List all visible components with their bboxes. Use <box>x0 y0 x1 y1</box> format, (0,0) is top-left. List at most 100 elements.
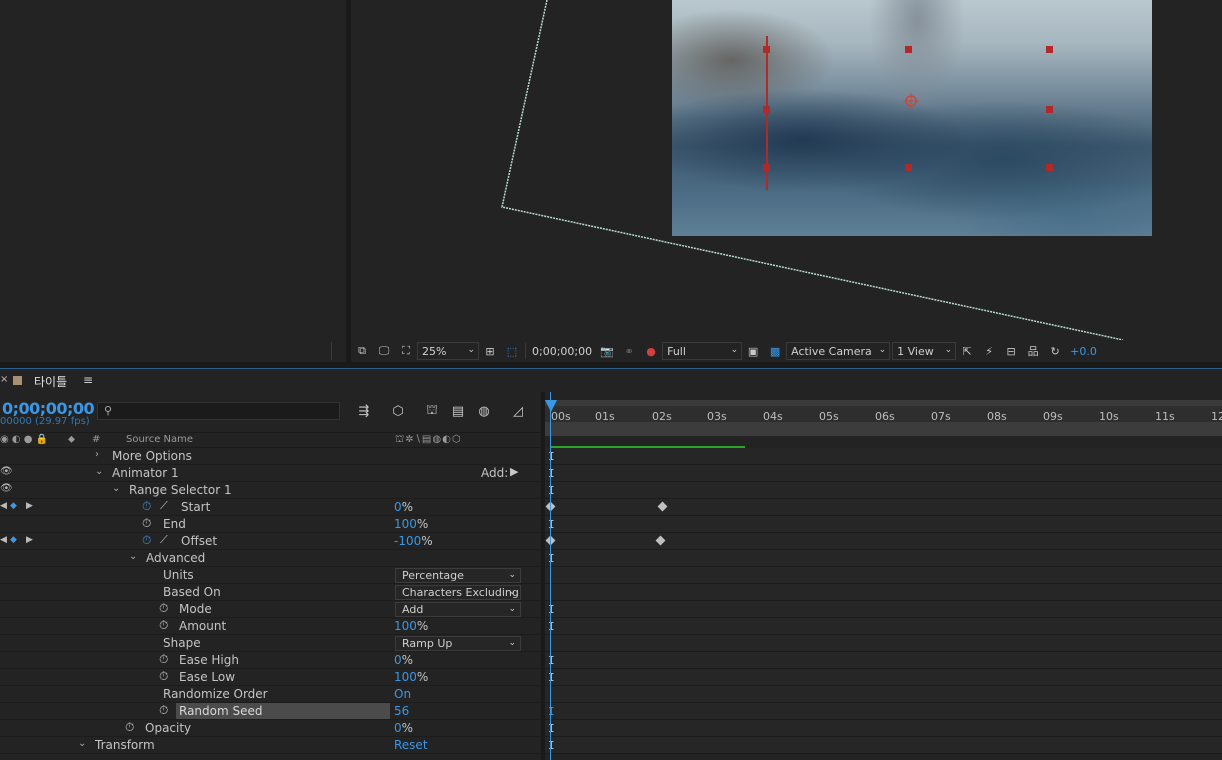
previous-keyframe-icon[interactable]: ◀ <box>0 501 7 511</box>
property-row[interactable]: ⏱ Mode Add ⌄ <box>0 601 541 618</box>
transform-handle[interactable] <box>763 164 770 171</box>
mask-visibility-icon[interactable]: ⛶ <box>395 340 417 362</box>
keyframe-diamond-icon[interactable]: ◆ <box>10 501 17 511</box>
chevron-down-icon[interactable]: ⌄ <box>95 466 103 477</box>
chevron-right-icon[interactable]: › <box>95 449 99 460</box>
property-row[interactable]: ⌄ Transform Reset <box>0 737 541 754</box>
transform-handle[interactable] <box>1046 46 1053 53</box>
work-area-bar[interactable] <box>545 422 1222 436</box>
property-row[interactable]: ⏱ End 100% <box>0 516 541 533</box>
composition-mini-flowchart-icon[interactable]: ⇶ <box>355 402 373 420</box>
property-row[interactable]: ⏱ Random Seed 56 <box>0 703 541 720</box>
stopwatch-icon[interactable]: ⏱ <box>142 516 151 531</box>
transform-handle[interactable] <box>1046 106 1053 113</box>
stopwatch-icon[interactable]: ⏱ <box>142 533 151 548</box>
reset-exposure-icon[interactable]: ↻ <box>1044 340 1066 362</box>
next-keyframe-icon[interactable]: ▶ <box>26 501 33 511</box>
transparency-grid-icon[interactable]: ▩ <box>764 340 786 362</box>
value-number[interactable]: -100 <box>394 534 421 548</box>
property-row[interactable]: ◀ ◆ ▶ ⏱ ⟋ Offset -100% <box>0 533 541 550</box>
title-safe-icon[interactable]: ⊞ <box>479 340 501 362</box>
property-row[interactable]: 👁 ⌄ Animator 1 Add: ▶ <box>0 465 541 482</box>
timeline-graph-area[interactable]: 00s 01s 02s 03s 04s 05s 06s 07s 08s 09s … <box>545 392 1222 760</box>
time-navigator[interactable] <box>545 400 1222 406</box>
region-of-interest-icon[interactable]: ▣ <box>742 340 764 362</box>
timeline-icon[interactable]: ⊟ <box>1000 340 1022 362</box>
reset-link[interactable]: Reset <box>394 738 428 752</box>
eye-icon[interactable]: 👁 <box>0 466 13 477</box>
transform-handle[interactable] <box>763 106 770 113</box>
column-source-name[interactable]: Source Name <box>126 434 193 445</box>
viewer-timecode[interactable]: 0;00;00;00 <box>528 345 596 358</box>
layer-outline-overlay[interactable] <box>351 0 1222 340</box>
exposure-value[interactable]: +0.0 <box>1066 345 1101 358</box>
property-row[interactable]: Randomize Order On <box>0 686 541 703</box>
fast-previews-icon[interactable]: ⚡ <box>978 340 1000 362</box>
keyframe-diamond-icon[interactable]: ◆ <box>10 535 17 545</box>
layer-search-input[interactable]: ⚲ <box>97 402 340 420</box>
resolution-select[interactable]: Full ⌄ <box>662 342 743 360</box>
motion-blur-icon[interactable]: ◍ <box>475 402 493 420</box>
stopwatch-icon[interactable]: ⏱ <box>125 720 134 735</box>
time-ruler[interactable]: 00s 01s 02s 03s 04s 05s 06s 07s 08s 09s … <box>545 400 1222 423</box>
color-channels-icon[interactable]: ● <box>640 340 662 362</box>
transform-handle[interactable] <box>905 46 912 53</box>
stopwatch-icon[interactable]: ⏱ <box>159 669 168 684</box>
flowchart-icon[interactable]: 品 <box>1022 340 1044 362</box>
keyframe[interactable] <box>655 535 666 546</box>
property-value[interactable]: 56 <box>394 704 409 718</box>
value-number[interactable]: 0 <box>394 653 402 667</box>
monitor-icon[interactable]: 🖵 <box>373 340 395 362</box>
next-keyframe-icon[interactable]: ▶ <box>26 535 33 545</box>
draft-3d-icon[interactable]: ⬡ <box>389 402 407 420</box>
property-row[interactable]: Shape Ramp Up ⌄ <box>0 635 541 652</box>
based-on-dropdown[interactable]: Characters Excluding ⌄ <box>395 585 521 600</box>
property-value[interactable]: -100% <box>394 534 433 548</box>
graph-icon[interactable]: ⟋ <box>160 533 168 547</box>
property-row[interactable]: ⏱ Ease Low 100% <box>0 669 541 686</box>
property-row[interactable]: ⏱ Opacity 0% <box>0 720 541 737</box>
camera-select[interactable]: Active Camera ⌄ <box>786 342 891 360</box>
view-layout-select[interactable]: 1 View ⌄ <box>892 342 957 360</box>
property-row[interactable]: ⌄ Advanced <box>0 550 541 567</box>
graph-editor-icon[interactable]: ◿ <box>509 402 527 420</box>
property-value[interactable]: 0% <box>394 500 413 514</box>
frame-blending-icon[interactable]: ▤ <box>449 402 467 420</box>
anchor-point-icon[interactable] <box>903 93 919 109</box>
property-value[interactable]: 100% <box>394 517 428 531</box>
units-dropdown[interactable]: Percentage ⌄ <box>395 568 521 583</box>
toggle-pixel-aspect-icon[interactable]: ⇱ <box>956 340 978 362</box>
property-value[interactable]: On <box>394 687 411 701</box>
timeline-tab-title[interactable]: 타이틀 <box>34 373 67 390</box>
current-time-indicator-head[interactable] <box>545 400 557 412</box>
property-value[interactable]: 100% <box>394 619 428 633</box>
current-time-indicator-line[interactable] <box>550 392 551 760</box>
chevron-down-icon[interactable]: ⌄ <box>112 483 120 494</box>
transform-handle[interactable] <box>1046 164 1053 171</box>
property-row[interactable]: › More Options <box>0 448 541 465</box>
value-number[interactable]: 0 <box>394 500 402 514</box>
property-value[interactable]: 100% <box>394 670 428 684</box>
property-row[interactable]: Based On Characters Excluding ⌄ <box>0 584 541 601</box>
mask-path-icon[interactable]: ⬚ <box>501 340 523 362</box>
chevron-down-icon[interactable]: ⌄ <box>129 551 137 562</box>
property-row[interactable]: 👁 ⌄ Range Selector 1 <box>0 482 541 499</box>
panel-menu-icon[interactable]: ≡ <box>83 373 93 387</box>
property-row[interactable]: Units Percentage ⌄ <box>0 567 541 584</box>
property-value[interactable]: 0% <box>394 721 413 735</box>
always-preview-icon[interactable]: ⧉ <box>351 340 373 362</box>
stopwatch-icon[interactable]: ⏱ <box>142 499 151 514</box>
previous-keyframe-icon[interactable]: ◀ <box>0 535 7 545</box>
graph-icon[interactable]: ⟋ <box>160 499 168 513</box>
property-row[interactable]: ◀ ◆ ▶ ⏱ ⟋ Start 0% <box>0 499 541 516</box>
snapshot-camera-icon[interactable]: 📷 <box>596 340 618 362</box>
add-menu-button-icon[interactable]: ▶ <box>510 465 518 478</box>
chevron-down-icon[interactable]: ⌄ <box>78 738 86 749</box>
value-number[interactable]: 100 <box>394 619 417 633</box>
transform-handle[interactable] <box>763 46 770 53</box>
transform-handle[interactable] <box>905 164 912 171</box>
close-icon[interactable]: × <box>0 374 8 385</box>
shape-dropdown[interactable]: Ramp Up ⌄ <box>395 636 521 651</box>
value-number[interactable]: 0 <box>394 721 402 735</box>
composition-viewer[interactable] <box>351 0 1222 340</box>
